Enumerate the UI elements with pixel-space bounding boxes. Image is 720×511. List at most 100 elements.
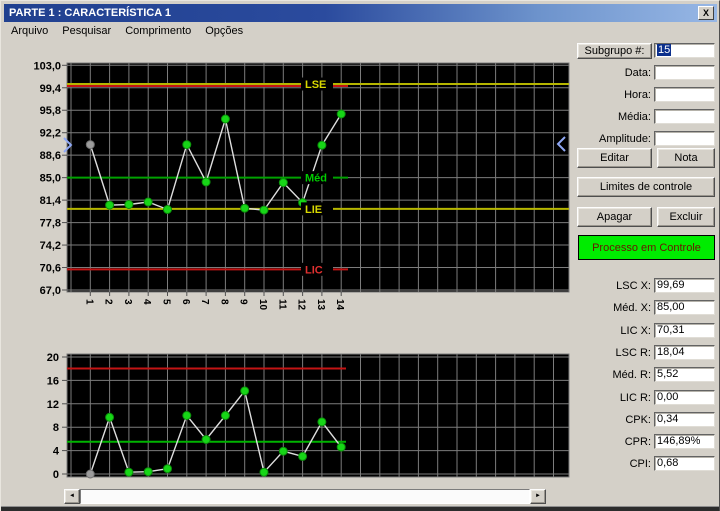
stat-value-lic-r[interactable]: 0,00 <box>654 389 715 405</box>
range-chart-plot-area[interactable] <box>66 353 570 478</box>
data-point[interactable] <box>259 205 269 215</box>
menu-item-pesquisar[interactable]: Pesquisar <box>55 24 118 37</box>
window-bottom-edge <box>1 506 719 511</box>
data-point[interactable] <box>85 469 95 479</box>
stat-label-lsc-x: LSC X: <box>616 280 651 292</box>
x-tick-label: 8 <box>218 299 229 305</box>
data-point[interactable] <box>317 417 327 427</box>
y-tick-label: 74,2 <box>40 240 61 252</box>
y-tick-label: 88,6 <box>40 150 61 162</box>
data-point[interactable] <box>336 442 346 452</box>
menu-item-opcoes[interactable]: Opções <box>198 24 250 37</box>
xbar-chart[interactable]: 103,0 99,4 95,8 92,2 88,6 85,0 81,4 77,8 74,2 70,… <box>1 45 573 337</box>
data-point[interactable] <box>240 203 250 213</box>
edit-button[interactable]: Editar <box>577 148 652 168</box>
data-point[interactable] <box>220 411 230 420</box>
data-point[interactable] <box>163 205 172 214</box>
field-input-media[interactable] <box>654 109 715 124</box>
note-button[interactable]: Nota <box>657 148 715 168</box>
scroll-right-button[interactable]: ► <box>530 489 546 504</box>
clear-button[interactable]: Apagar <box>577 207 652 227</box>
stat-value-med-x[interactable]: 85,00 <box>654 300 715 316</box>
subgroup-value: 15 <box>657 44 672 56</box>
ref-line-label-lse: LSE <box>305 79 326 91</box>
data-point[interactable] <box>143 197 153 207</box>
range-chart[interactable]: 20 16 12 8 4 0 <box>1 341 573 486</box>
ref-line-label-lie: LIE <box>305 204 322 216</box>
stat-label-lic-r: LIC R: <box>619 391 651 404</box>
data-point[interactable] <box>201 177 211 187</box>
field-input-amplitude[interactable] <box>654 131 715 146</box>
data-point[interactable] <box>124 200 134 209</box>
data-point[interactable] <box>124 467 134 477</box>
data-point[interactable] <box>201 435 211 444</box>
data-point[interactable] <box>163 464 172 474</box>
y-tick-label: 81,4 <box>40 195 62 207</box>
data-point[interactable] <box>298 451 308 461</box>
field-label-data: Data: <box>624 67 651 79</box>
y-tick-label: 0 <box>53 469 59 481</box>
stat-value-lsc-r[interactable]: 18,04 <box>654 344 715 360</box>
data-point[interactable] <box>143 467 153 477</box>
x-tick-label: 9 <box>238 299 249 305</box>
subgroup-input[interactable]: 15 <box>654 43 715 58</box>
y-tick-label: 70,6 <box>40 263 61 275</box>
scrollbar-track[interactable] <box>80 489 530 504</box>
horizontal-scrollbar[interactable]: ◄ ► <box>64 489 546 504</box>
data-point[interactable] <box>85 140 95 150</box>
x-tick-label: 10 <box>257 299 268 311</box>
stat-label-med-r: Méd. R: <box>612 369 651 382</box>
stat-label-cpi: CPI: <box>629 458 651 471</box>
x-tick-label: 2 <box>103 299 114 305</box>
x-tick-label: 4 <box>141 299 152 305</box>
stat-label-lic-x: LIC X: <box>620 324 651 337</box>
field-label-media: Média: <box>617 111 651 123</box>
close-icon: X <box>702 7 709 18</box>
y-tick-label: 8 <box>53 422 59 434</box>
data-point[interactable] <box>105 200 115 210</box>
app-window: PARTE 1 : CARACTERÍSTICA 1 X Arquivo Pesq… <box>0 0 720 511</box>
menu-bar: Arquivo Pesquisar Comprimento Opções <box>4 24 717 40</box>
status-banner: Processo em Controle <box>578 235 715 260</box>
control-limits-button[interactable]: Limites de controle <box>577 177 715 197</box>
data-point[interactable] <box>259 467 269 477</box>
y-tick-label: 4 <box>53 446 60 458</box>
close-button[interactable]: X <box>698 6 714 20</box>
data-point[interactable] <box>278 446 288 456</box>
delete-button[interactable]: Excluir <box>657 207 715 227</box>
stat-value-cpr[interactable]: 146,89% <box>654 434 715 450</box>
x-tick-label: 3 <box>122 299 133 305</box>
data-point[interactable] <box>240 386 250 396</box>
field-input-hora[interactable] <box>654 87 715 102</box>
x-tick-label: 13 <box>315 299 326 311</box>
data-point[interactable] <box>182 140 192 150</box>
y-tick-label: 67,0 <box>40 285 61 297</box>
ref-line-label-med: Méd <box>305 173 327 185</box>
data-point[interactable] <box>278 178 288 188</box>
stat-label-cpr: CPR: <box>624 436 651 449</box>
x-tick-label: 12 <box>296 299 307 311</box>
y-tick-label: 20 <box>47 352 59 364</box>
stat-value-lic-x[interactable]: 70,31 <box>654 322 715 338</box>
data-point[interactable] <box>336 109 346 119</box>
stat-value-med-r[interactable]: 5,52 <box>654 367 715 383</box>
x-tick-label: 11 <box>276 299 287 310</box>
stat-value-cpi[interactable]: 0,68 <box>654 456 715 472</box>
stat-value-lsc-x[interactable]: 99,69 <box>654 278 715 293</box>
title-bar[interactable]: PARTE 1 : CARACTERÍSTICA 1 X <box>4 4 717 22</box>
window-title: PARTE 1 : CARACTERÍSTICA 1 <box>9 7 171 19</box>
y-tick-label: 16 <box>47 375 59 387</box>
menu-item-comprimento[interactable]: Comprimento <box>118 24 198 37</box>
field-input-data[interactable] <box>654 65 715 80</box>
data-point[interactable] <box>105 412 115 422</box>
scroll-left-button[interactable]: ◄ <box>64 489 80 504</box>
data-point[interactable] <box>220 114 230 124</box>
stat-value-cpk[interactable]: 0,34 <box>654 411 715 427</box>
subgroup-button[interactable]: Subgrupo #: <box>577 43 652 59</box>
y-tick-label: 103,0 <box>33 60 61 72</box>
x-tick-label: 1 <box>83 299 94 305</box>
menu-item-arquivo[interactable]: Arquivo <box>4 24 55 37</box>
data-point[interactable] <box>317 140 327 150</box>
stat-label-cpk: CPK: <box>625 413 651 426</box>
data-point[interactable] <box>182 411 192 420</box>
